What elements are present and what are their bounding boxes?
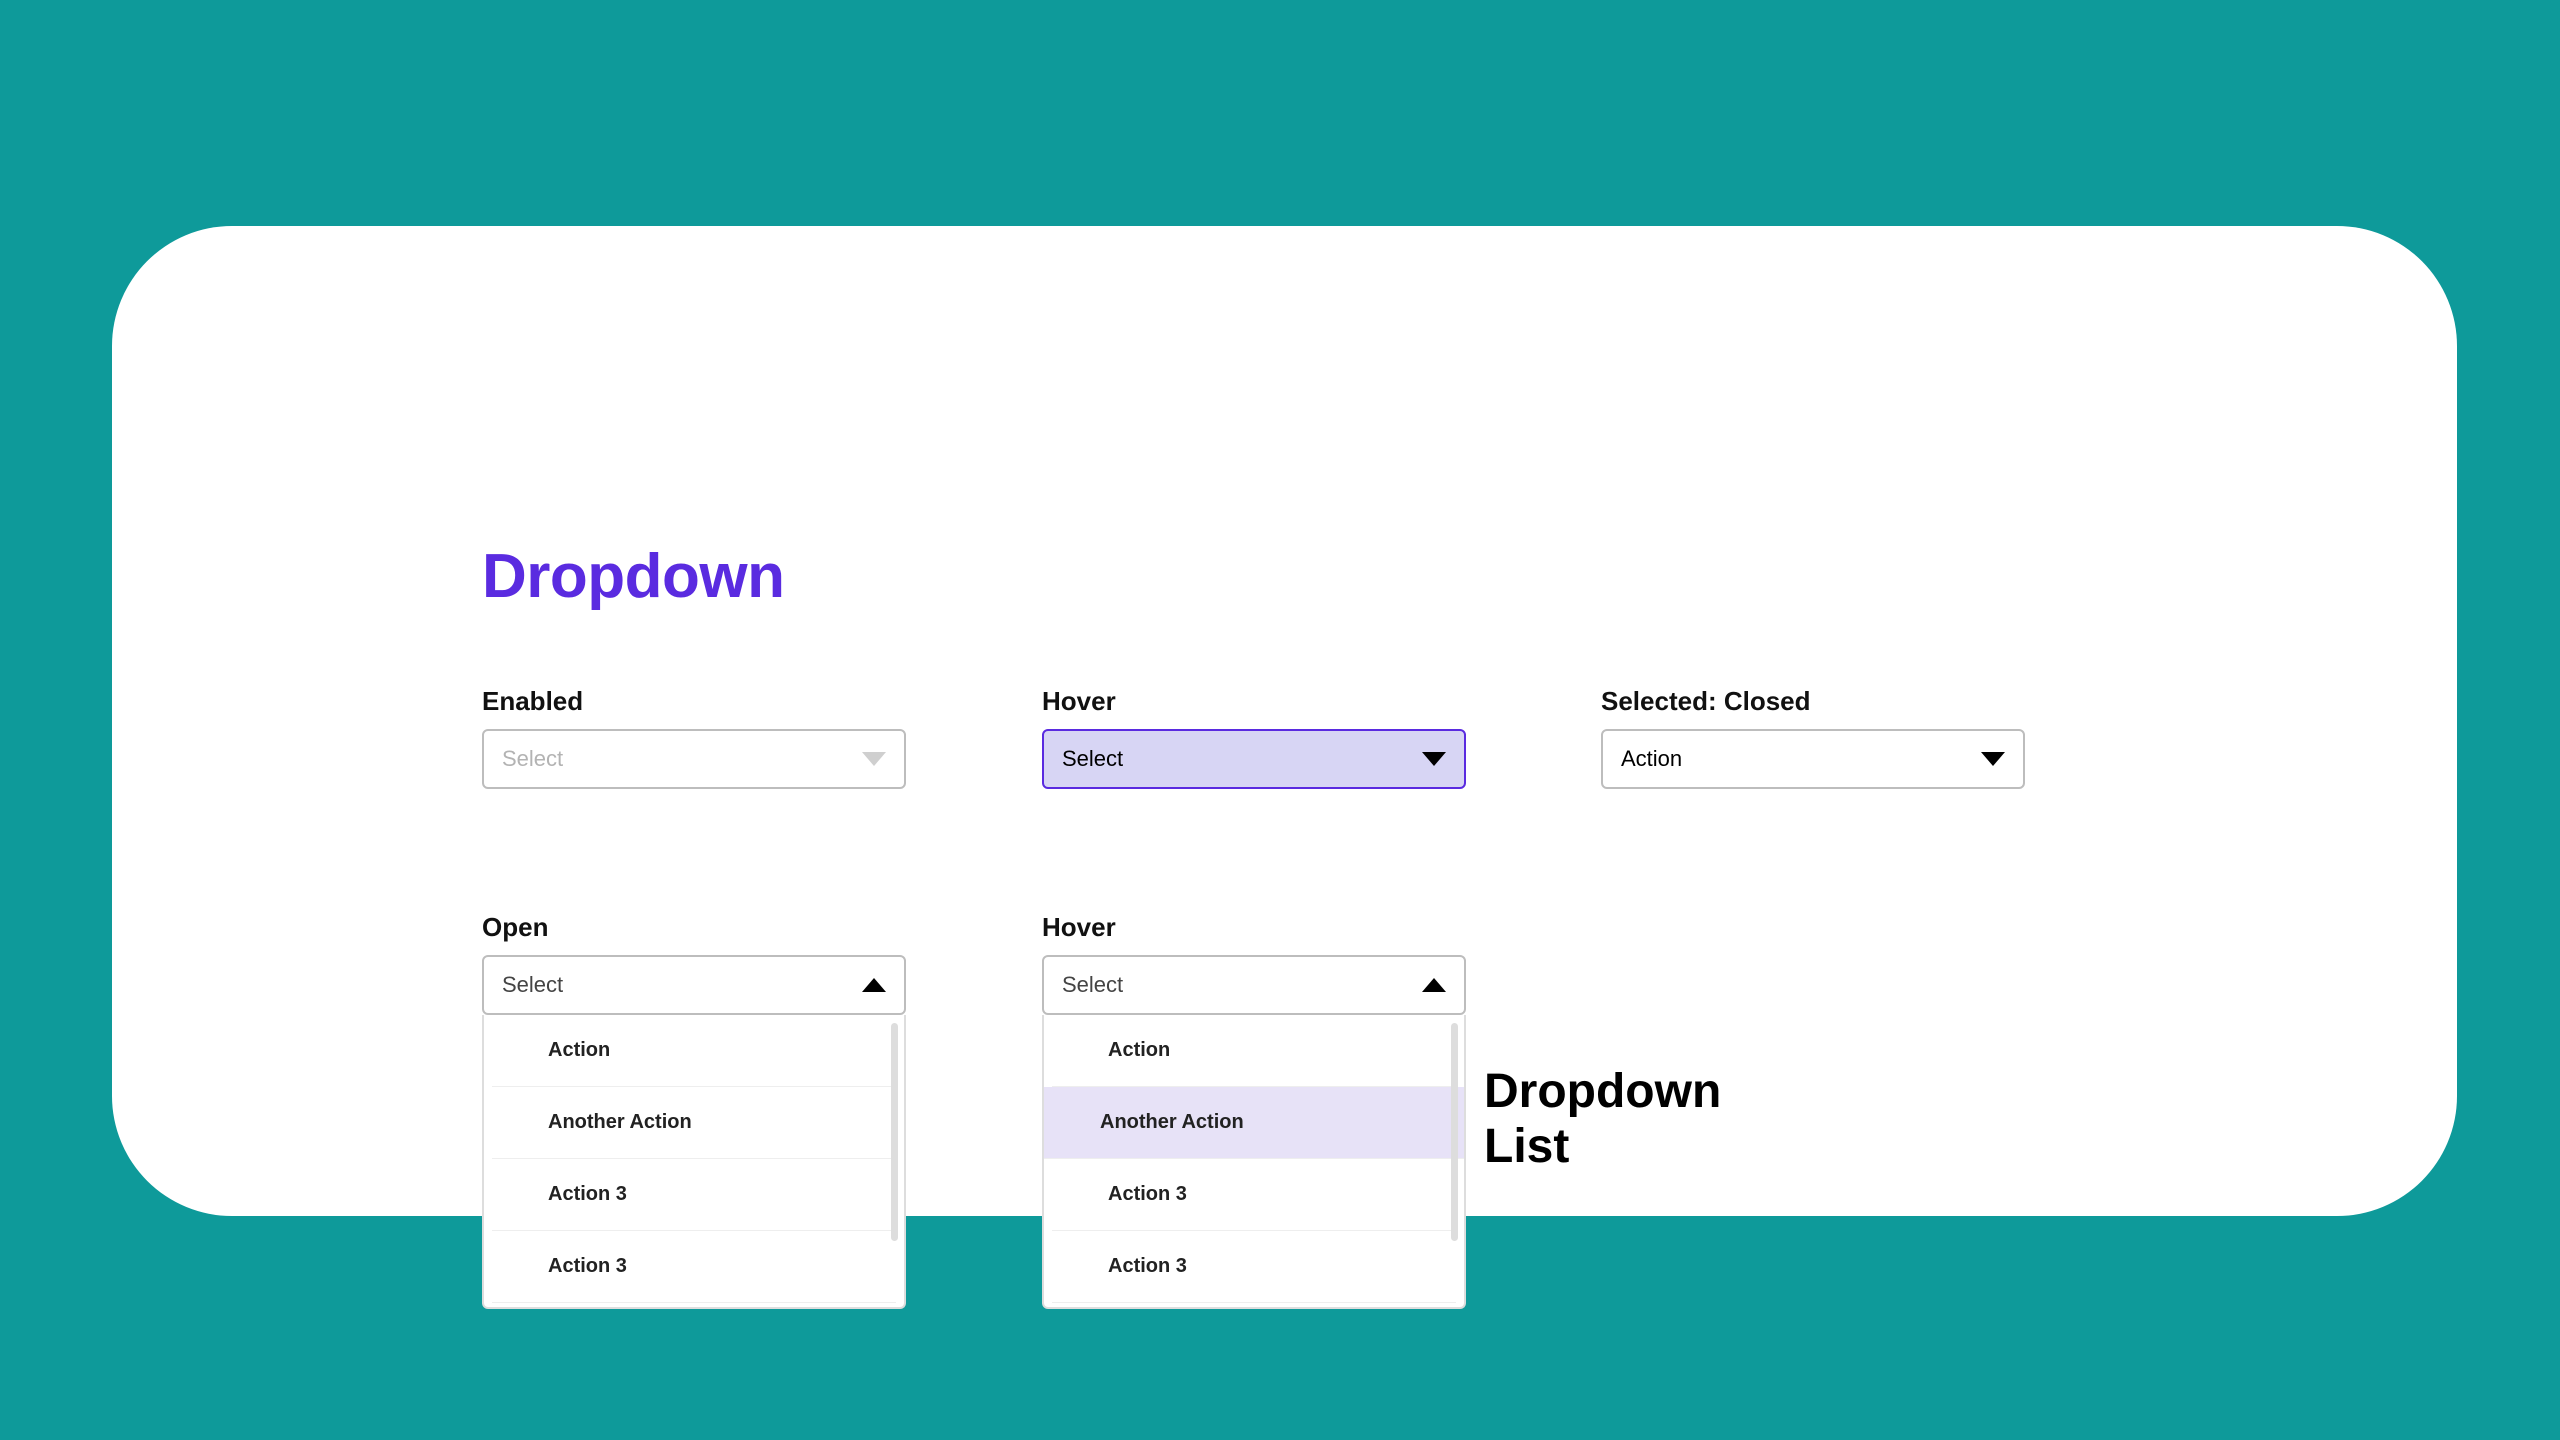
- chevron-up-icon: [862, 978, 886, 992]
- dropdown-option[interactable]: Action: [1052, 1015, 1456, 1087]
- dropdown-open-trigger[interactable]: Select: [482, 955, 906, 1015]
- dropdown-list-hover-open: Action Another Action Action 3 Action 3: [1042, 1015, 1466, 1309]
- dropdown-selected-closed[interactable]: Action: [1601, 729, 2025, 789]
- dropdown-placeholder: Select: [502, 972, 563, 998]
- dropdown-placeholder: Select: [1062, 972, 1123, 998]
- chevron-down-icon: [1981, 752, 2005, 766]
- dropdown-placeholder: Select: [502, 746, 563, 772]
- dropdown-hover-open-trigger[interactable]: Select: [1042, 955, 1466, 1015]
- dropdown-selected-value: Action: [1621, 746, 1682, 772]
- chevron-down-icon: [862, 752, 886, 766]
- chevron-down-icon: [1422, 752, 1446, 766]
- dropdown-list-open: Action Another Action Action 3 Action 3: [482, 1015, 906, 1309]
- dropdown-option[interactable]: Action 3: [1052, 1159, 1456, 1231]
- scrollbar[interactable]: [891, 1023, 898, 1241]
- dropdown-option[interactable]: Another Action: [492, 1087, 896, 1159]
- dropdown-placeholder: Select: [1062, 746, 1123, 772]
- state-label-enabled: Enabled: [482, 686, 583, 717]
- dropdown-hover-closed[interactable]: Select: [1042, 729, 1466, 789]
- showcase-card: Dropdown Enabled Hover Selected: Closed …: [112, 226, 2457, 1216]
- dropdown-option[interactable]: Action 3: [492, 1231, 896, 1303]
- annotation-dropdown-list: DropdownList: [1484, 1064, 1721, 1174]
- page-title: Dropdown: [482, 541, 785, 612]
- dropdown-option-hovered[interactable]: Another Action: [1044, 1087, 1464, 1159]
- scrollbar[interactable]: [1451, 1023, 1458, 1241]
- dropdown-option[interactable]: Action 3: [492, 1159, 896, 1231]
- dropdown-option[interactable]: Action: [492, 1015, 896, 1087]
- dropdown-enabled[interactable]: Select: [482, 729, 906, 789]
- chevron-up-icon: [1422, 978, 1446, 992]
- state-label-hover-open: Hover: [1042, 912, 1116, 943]
- state-label-hover-closed: Hover: [1042, 686, 1116, 717]
- state-label-selected-closed: Selected: Closed: [1601, 686, 1811, 717]
- dropdown-option[interactable]: Action 3: [1052, 1231, 1456, 1303]
- state-label-open: Open: [482, 912, 548, 943]
